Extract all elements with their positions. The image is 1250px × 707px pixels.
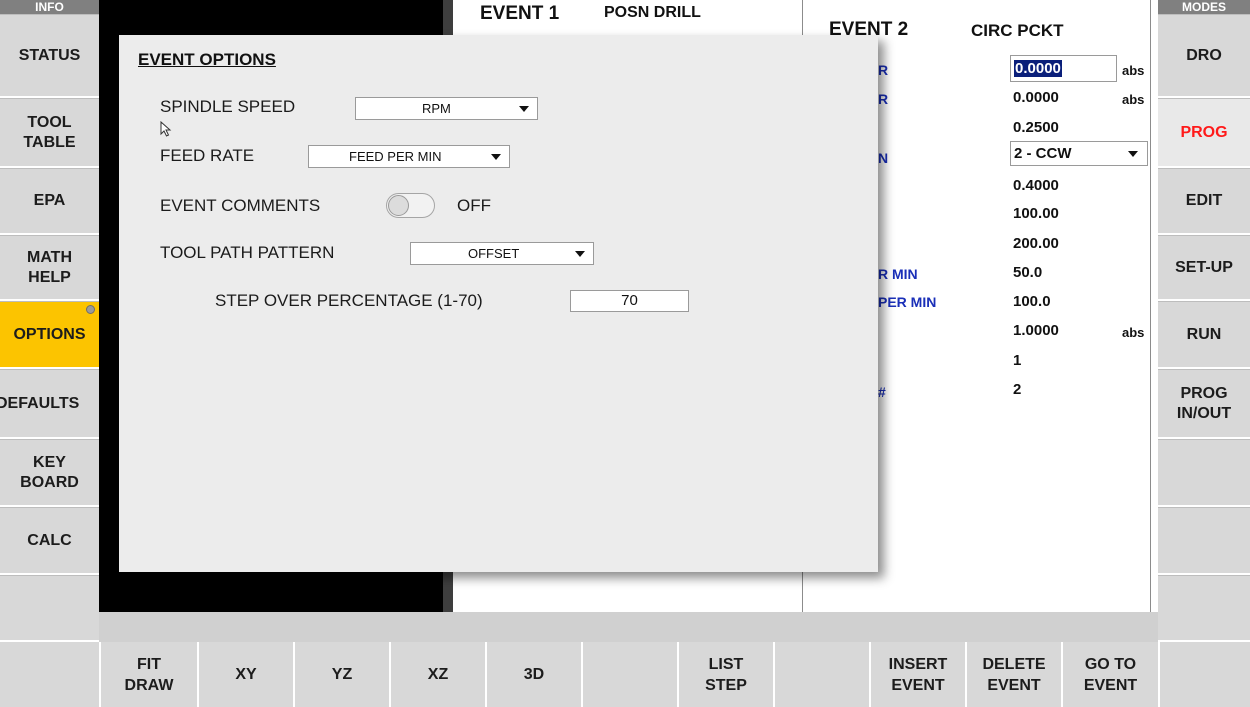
- status-strip: [99, 612, 1158, 642]
- event2-value[interactable]: 50.0: [1013, 264, 1042, 281]
- event2-type: CIRC PCKT: [971, 21, 1064, 40]
- abs-label: abs: [1122, 325, 1145, 340]
- calc-button[interactable]: CALC: [0, 507, 99, 575]
- event-options-dialog: EVENT OPTIONS SPINDLE SPEED RPM FEED RAT…: [119, 35, 878, 572]
- chevron-down-icon: [491, 154, 501, 160]
- tool-path-pattern-label: TOOL PATH PATTERN: [160, 243, 335, 262]
- xz-view-button[interactable]: XZ: [389, 642, 485, 707]
- defaults-label: DEFAULTS: [0, 394, 80, 412]
- edit-button[interactable]: EDIT: [1158, 168, 1250, 235]
- direction-value: 2 - CCW: [1014, 145, 1072, 162]
- field-label-partial: N: [878, 150, 889, 166]
- yz-view-button[interactable]: YZ: [293, 642, 389, 707]
- delete-event-button[interactable]: DELETE EVENT: [965, 642, 1061, 707]
- event-comments-label: EVENT COMMENTS: [160, 196, 321, 215]
- prog-in-out-button[interactable]: PROG IN/OUT: [1158, 369, 1250, 439]
- event2-field-1-input[interactable]: 0.0000: [1010, 55, 1117, 82]
- event2-value[interactable]: 100.00: [1013, 205, 1059, 222]
- mouse-cursor-icon: [160, 121, 172, 137]
- right-blank-button-3[interactable]: [1158, 575, 1250, 642]
- feed-rate-value: FEED PER MIN: [349, 149, 442, 164]
- status-led-icon: [86, 305, 95, 314]
- step-over-percentage-label: STEP OVER PERCENTAGE (1-70): [215, 291, 483, 310]
- event-comments-toggle[interactable]: [386, 193, 435, 218]
- right-blank-button-1[interactable]: [1158, 439, 1250, 507]
- event2-value[interactable]: 2: [1013, 381, 1021, 398]
- info-header: INFO: [0, 0, 99, 14]
- tool-path-pattern-value: OFFSET: [468, 246, 520, 261]
- event2-value[interactable]: 200.00: [1013, 235, 1059, 252]
- tool-table-button[interactable]: TOOL TABLE: [0, 98, 99, 168]
- go-to-event-button[interactable]: GO TO EVENT: [1061, 642, 1158, 707]
- direction-dropdown[interactable]: 2 - CCW: [1010, 141, 1148, 166]
- spindle-speed-value: RPM: [422, 101, 451, 116]
- keyboard-button[interactable]: KEY BOARD: [0, 439, 99, 507]
- spindle-speed-label: SPINDLE SPEED: [160, 97, 296, 116]
- feed-rate-dropdown[interactable]: FEED PER MIN: [308, 145, 510, 168]
- bottom-blank-button-2[interactable]: [773, 642, 869, 707]
- abs-label: abs: [1122, 92, 1145, 107]
- epa-button[interactable]: EPA: [0, 168, 99, 235]
- left-sidebar: INFO STATUS TOOL TABLE EPA MATH HELP OPT…: [0, 0, 99, 707]
- options-label: OPTIONS: [13, 325, 86, 343]
- chevron-down-icon: [1128, 151, 1138, 157]
- prog-button[interactable]: PROG: [1158, 98, 1250, 168]
- right-blank-button-2[interactable]: [1158, 507, 1250, 575]
- event2-value[interactable]: 1: [1013, 352, 1021, 369]
- math-help-button[interactable]: MATH HELP: [0, 235, 99, 301]
- dialog-title: EVENT OPTIONS: [138, 50, 276, 69]
- field-label-partial: R: [878, 91, 889, 107]
- field-label-partial: #: [878, 384, 886, 400]
- bottom-blank-button-1[interactable]: [581, 642, 677, 707]
- abs-label: abs: [1122, 63, 1145, 78]
- field-label-partial: R MIN: [878, 266, 918, 282]
- panel-right-border: [1150, 0, 1151, 612]
- status-button[interactable]: STATUS: [0, 14, 99, 98]
- step-over-percentage-input[interactable]: 70: [570, 290, 689, 312]
- event1-type: POSN DRILL: [604, 4, 701, 21]
- spindle-speed-dropdown[interactable]: RPM: [355, 97, 538, 120]
- tool-path-pattern-dropdown[interactable]: OFFSET: [410, 242, 594, 265]
- event2-value[interactable]: 0.0000: [1013, 89, 1059, 106]
- event1-title: EVENT 1: [480, 3, 560, 24]
- event2-value[interactable]: 100.0: [1013, 293, 1051, 310]
- options-button[interactable]: OPTIONS: [0, 301, 99, 369]
- selected-value: 0.0000: [1014, 60, 1062, 77]
- xy-view-button[interactable]: XY: [197, 642, 293, 707]
- toggle-knob: [388, 195, 409, 216]
- feed-rate-label: FEED RATE: [160, 146, 255, 165]
- defaults-button[interactable]: DEFAULTS: [0, 369, 99, 439]
- set-up-button[interactable]: SET-UP: [1158, 235, 1250, 301]
- left-blank-button[interactable]: [0, 575, 99, 642]
- insert-event-button[interactable]: INSERT EVENT: [869, 642, 965, 707]
- 3d-view-button[interactable]: 3D: [485, 642, 581, 707]
- fit-draw-button[interactable]: FIT DRAW: [99, 642, 197, 707]
- field-label-partial: R: [878, 62, 889, 78]
- bottom-corner-right: [1158, 642, 1250, 707]
- bottom-corner-left: [0, 642, 99, 707]
- event2-value[interactable]: 1.0000: [1013, 322, 1059, 339]
- event2-value[interactable]: 0.2500: [1013, 119, 1059, 136]
- modes-header: MODES: [1158, 0, 1250, 14]
- field-label-partial: PER MIN: [878, 294, 937, 310]
- event2-value[interactable]: 0.4000: [1013, 177, 1059, 194]
- list-step-button[interactable]: LIST STEP: [677, 642, 773, 707]
- chevron-down-icon: [575, 251, 585, 257]
- event-comments-state: OFF: [457, 196, 491, 215]
- right-sidebar: MODES DRO PROG EDIT SET-UP RUN PROG IN/O…: [1158, 0, 1250, 707]
- dro-button[interactable]: DRO: [1158, 14, 1250, 98]
- run-button[interactable]: RUN: [1158, 301, 1250, 369]
- chevron-down-icon: [519, 106, 529, 112]
